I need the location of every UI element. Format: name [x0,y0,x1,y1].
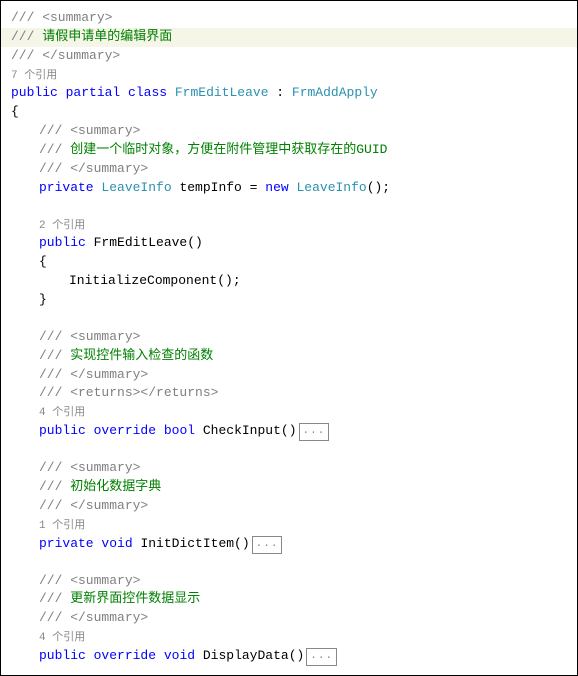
xml-doc-tag: /// </summary> [39,498,148,513]
code-line: public override bool CheckInput()... [1,422,577,441]
blank-line [1,198,577,216]
xml-doc-text: 创建一个临时对象，方便在附件管理中获取存在的GUID [70,142,387,157]
xml-doc-tag: /// </summary> [39,367,148,382]
xml-doc-slash: /// [39,479,70,494]
keyword-void: void [101,536,132,551]
blank-line [1,554,577,572]
code-line: private void InitDictItem()... [1,535,577,554]
fold-toggle[interactable]: ... [299,423,330,441]
keyword-public: public [39,648,86,663]
method-name: CheckInput() [195,423,296,438]
type-name: LeaveInfo [101,180,171,195]
blank-line [1,441,577,459]
brace-open: { [11,104,19,119]
keyword-public: public [39,235,86,250]
xml-doc-tag: /// <summary> [11,10,112,25]
xml-doc-tag: /// <summary> [39,329,140,344]
keyword-override: override [94,648,156,663]
codelens-references[interactable]: 7 个引用 [1,66,577,85]
xml-doc-slash: /// [39,142,70,157]
brace-open: { [39,254,47,269]
keyword-private: private [39,180,94,195]
code-line: /// </summary> [1,609,577,628]
method-call: InitializeComponent(); [69,273,241,288]
code-line: /// <returns></returns> [1,384,577,403]
code-line: public override void DisplayData()... [1,647,577,666]
keyword-partial: partial [66,85,121,100]
xml-doc-slash: /// [39,591,70,606]
code-line: { [1,253,577,272]
codelens-references[interactable]: 4 个引用 [1,403,577,422]
code-line: public partial class FrmEditLeave : FrmA… [1,84,577,103]
brace-close: } [39,292,47,307]
fold-toggle[interactable]: ... [252,536,283,554]
codelens-references[interactable]: 4 个引用 [1,628,577,647]
fold-toggle[interactable]: ... [306,648,337,666]
keyword-public: public [39,423,86,438]
code-line: public FrmEditLeave() [1,234,577,253]
paren-semi: (); [367,180,390,195]
base-class-name: FrmAddApply [292,85,378,100]
xml-doc-slash: /// [11,29,42,44]
code-line: /// </summary> [1,47,577,66]
code-line: } [1,291,577,310]
xml-doc-text: 更新界面控件数据显示 [70,591,200,606]
code-line: /// </summary> [1,160,577,179]
keyword-override: override [94,423,156,438]
code-line: /// 更新界面控件数据显示 [1,590,577,609]
xml-doc-tag: /// </summary> [39,161,148,176]
xml-doc-tag: /// </summary> [11,48,120,63]
type-name: LeaveInfo [296,180,366,195]
reference-count[interactable]: 7 个引用 [11,70,57,82]
constructor-name: FrmEditLeave() [86,235,203,250]
xml-doc-tag: /// </summary> [39,610,148,625]
keyword-bool: bool [164,423,195,438]
reference-count[interactable]: 4 个引用 [39,407,85,419]
code-line: private LeaveInfo tempInfo = new LeaveIn… [1,179,577,198]
method-name: InitDictItem() [133,536,250,551]
keyword-new: new [265,180,288,195]
xml-doc-tag: /// <summary> [39,123,140,138]
code-line: /// <summary> [1,572,577,591]
codelens-references[interactable]: 1 个引用 [1,516,577,535]
keyword-void: void [164,648,195,663]
code-line: /// <summary> [1,328,577,347]
class-name: FrmEditLeave [175,85,269,100]
code-line: /// <summary> [1,459,577,478]
code-line: /// 初始化数据字典 [1,478,577,497]
keyword-class: class [128,85,167,100]
blank-line [1,310,577,328]
codelens-references[interactable]: 2 个引用 [1,216,577,235]
code-line: /// 实现控件输入检查的函数 [1,347,577,366]
xml-doc-text: 初始化数据字典 [70,479,161,494]
keyword-private: private [39,536,94,551]
xml-doc-slash: /// [39,348,70,363]
code-line: /// </summary> [1,497,577,516]
xml-doc-returns: /// <returns></returns> [39,385,218,400]
code-line-highlighted[interactable]: /// 请假申请单的编辑界面 [1,28,577,47]
method-name: DisplayData() [195,648,304,663]
code-line: /// <summary> [1,122,577,141]
code-line: /// </summary> [1,366,577,385]
code-line: InitializeComponent(); [1,272,577,291]
xml-doc-text: 实现控件输入检查的函数 [70,348,213,363]
code-line: /// <summary> [1,9,577,28]
keyword-public: public [11,85,58,100]
xml-doc-tag: /// <summary> [39,460,140,475]
reference-count[interactable]: 2 个引用 [39,220,85,232]
xml-doc-text: 请假申请单的编辑界面 [42,29,172,44]
code-line: { [1,103,577,122]
code-line: /// 创建一个临时对象，方便在附件管理中获取存在的GUID [1,141,577,160]
xml-doc-tag: /// <summary> [39,573,140,588]
reference-count[interactable]: 1 个引用 [39,520,85,532]
field-decl: tempInfo = [172,180,266,195]
reference-count[interactable]: 4 个引用 [39,632,85,644]
colon: : [269,85,292,100]
